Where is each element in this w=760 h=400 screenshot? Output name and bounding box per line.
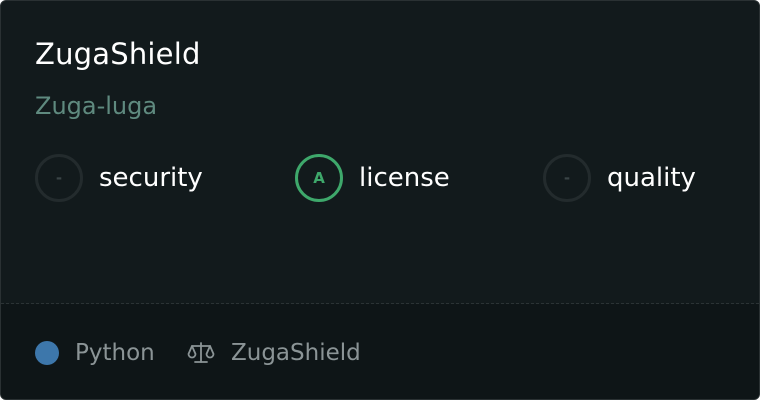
license-grade-badge: A bbox=[295, 154, 343, 202]
card-footer: Python ZugaShield bbox=[1, 304, 759, 399]
repo-card[interactable]: ZugaShield Zuga-luga - security A licens… bbox=[0, 0, 760, 400]
language-name: Python bbox=[75, 340, 155, 366]
quality-grade-badge: - bbox=[543, 154, 591, 202]
metric-security: - security bbox=[35, 154, 203, 202]
repo-title[interactable]: ZugaShield bbox=[35, 35, 201, 73]
security-label: security bbox=[99, 163, 203, 193]
metric-quality: - quality bbox=[543, 154, 696, 202]
repo-owner[interactable]: Zuga-luga bbox=[35, 89, 157, 123]
metric-license: A license bbox=[295, 154, 450, 202]
security-grade-badge: - bbox=[35, 154, 83, 202]
quality-label: quality bbox=[607, 163, 696, 193]
license-name: ZugaShield bbox=[231, 340, 361, 366]
language-color-dot bbox=[35, 341, 59, 365]
scale-icon bbox=[187, 342, 215, 363]
license-label: license bbox=[359, 163, 450, 193]
